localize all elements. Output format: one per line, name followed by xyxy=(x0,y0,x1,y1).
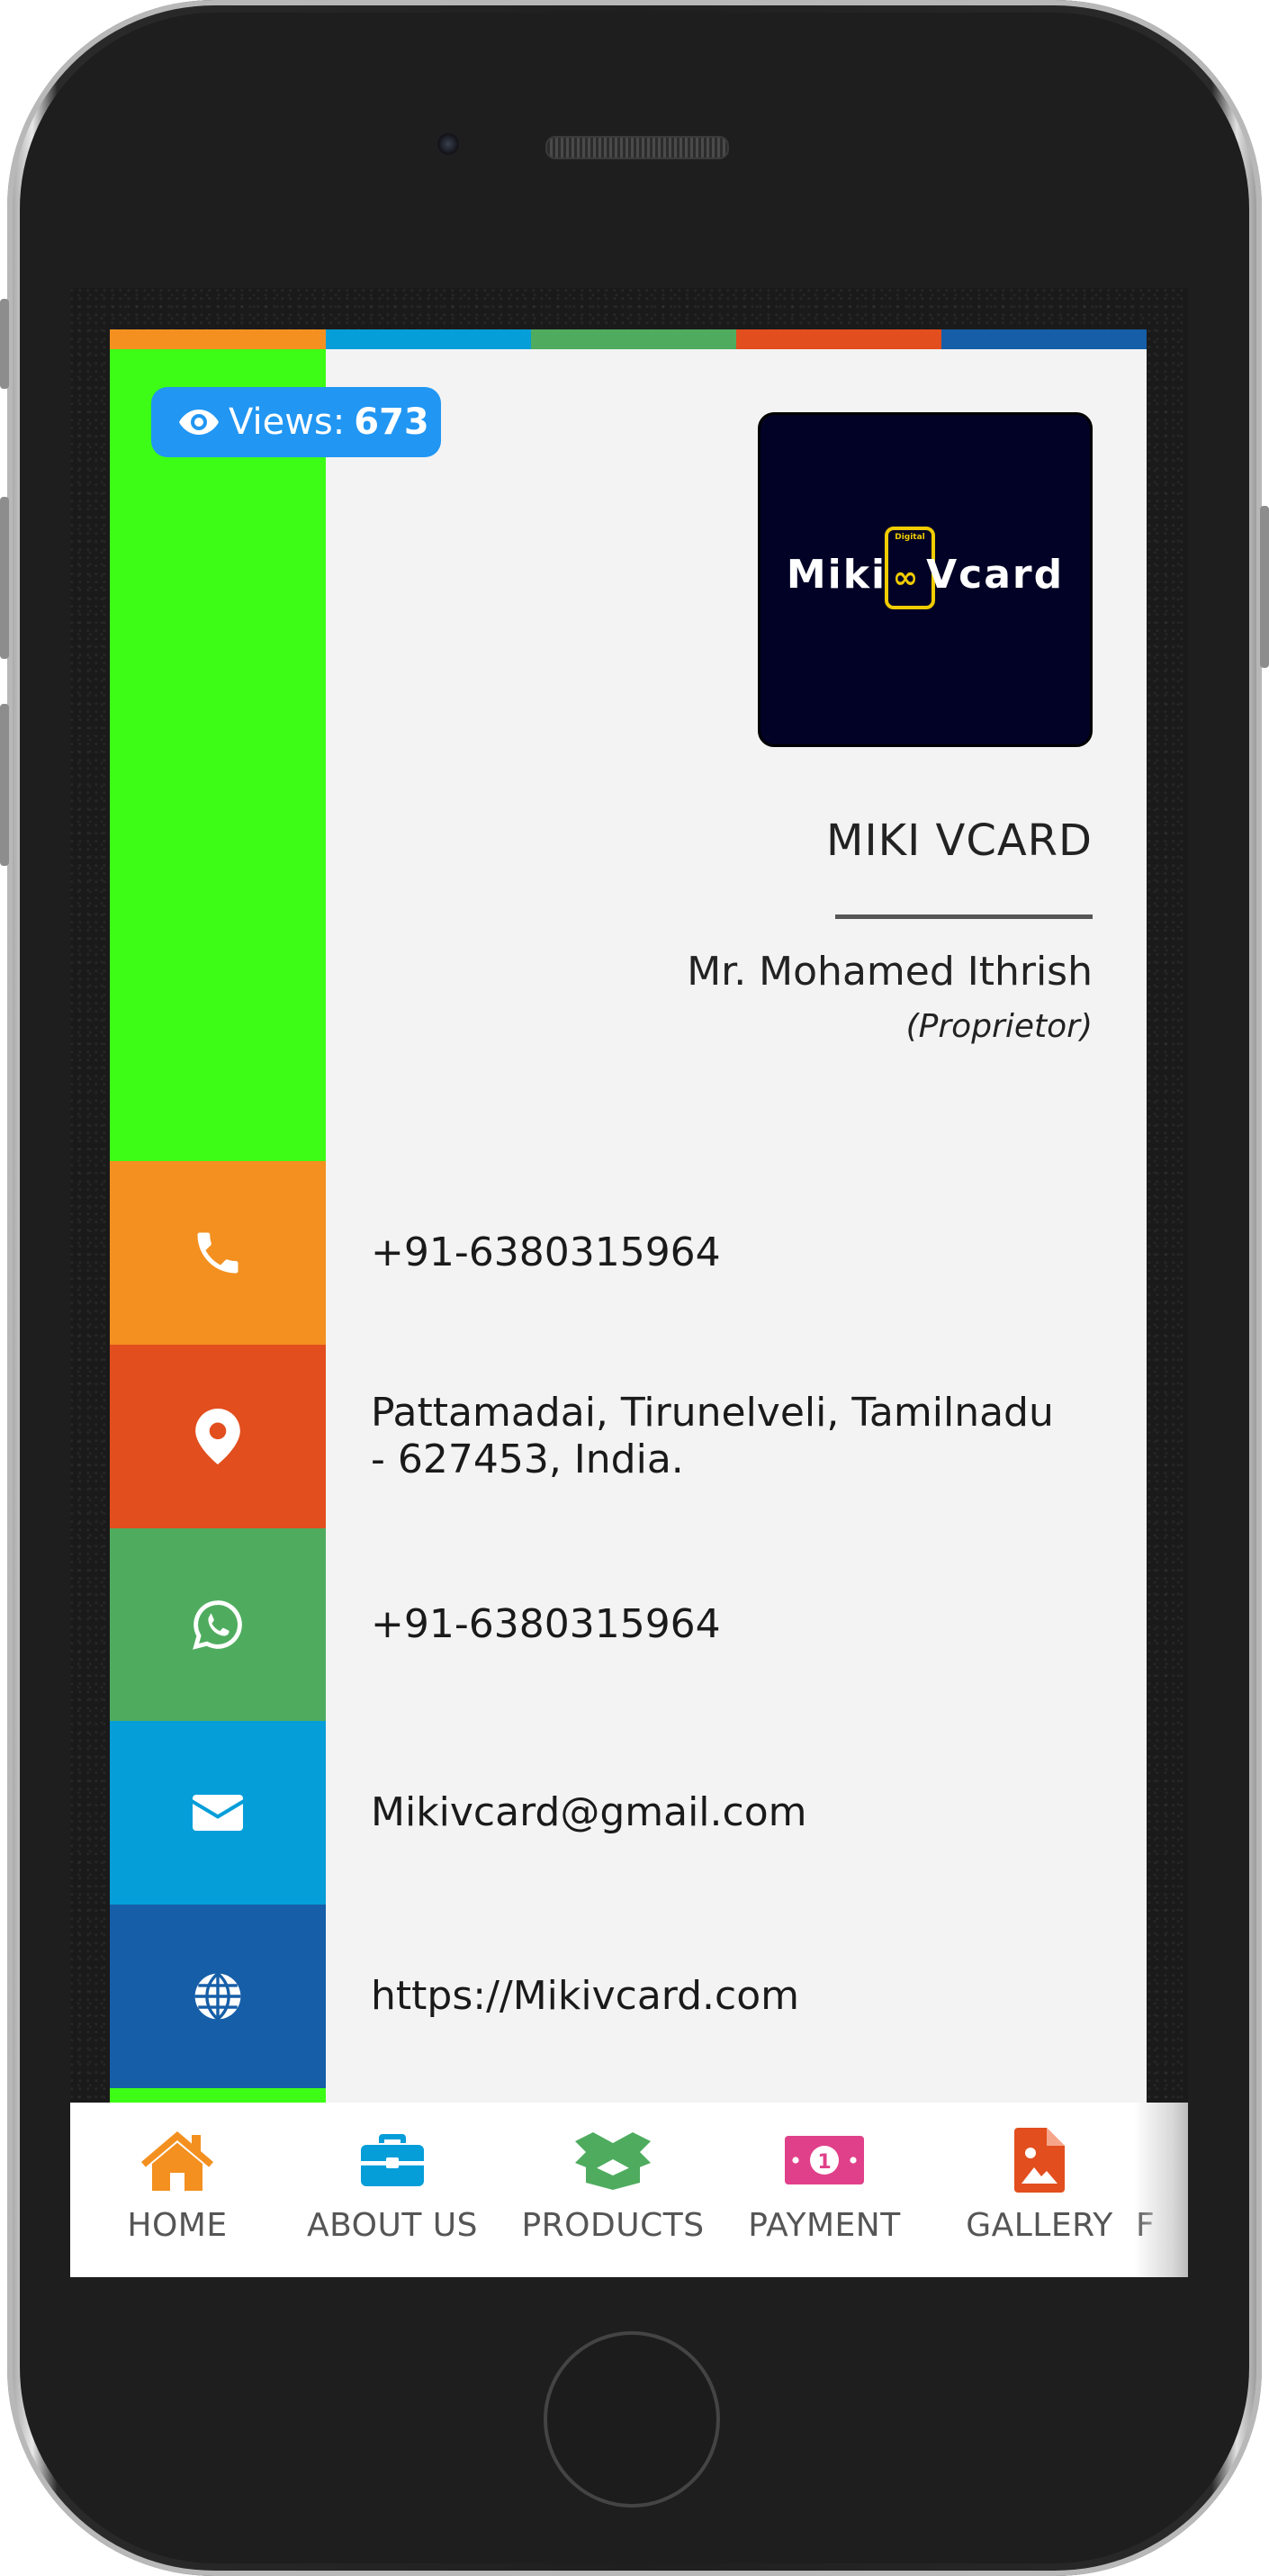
nav-gallery-label: GALLERY xyxy=(966,2207,1113,2244)
front-camera xyxy=(437,133,459,155)
contact-phone-text: +91-6380315964 xyxy=(371,1229,721,1275)
contact-row-phone[interactable]: +91-6380315964 xyxy=(110,1161,1147,1345)
contact-email-text: Mikivcard@gmail.com xyxy=(371,1789,807,1835)
money-icon: 1 xyxy=(783,2126,866,2194)
views-label: Views: xyxy=(229,401,346,443)
link-icon: ∞ xyxy=(892,560,921,596)
volume-up-button xyxy=(0,497,9,659)
briefcase-icon xyxy=(359,2126,426,2194)
person-role: (Proprietor) xyxy=(905,1008,1093,1045)
top-stripe-green xyxy=(531,329,736,349)
svg-text:1: 1 xyxy=(817,2151,831,2174)
nav-about-us-label: ABOUT US xyxy=(306,2207,478,2244)
mute-switch xyxy=(0,299,9,389)
person-name: Mr. Mohamed Ithrish xyxy=(687,949,1093,995)
views-badge: Views: 673 xyxy=(151,387,441,457)
contact-row-email[interactable]: Mikivcard@gmail.com xyxy=(110,1721,1147,1905)
power-button xyxy=(1260,506,1269,668)
volume-down-button xyxy=(0,704,9,866)
nav-products-label: PRODUCTS xyxy=(521,2207,705,2244)
contact-row-whatsapp[interactable]: +91-6380315964 xyxy=(110,1528,1147,1721)
contact-row-website[interactable]: https://Mikivcard.com xyxy=(110,1905,1147,2088)
contact-website-text: https://Mikivcard.com xyxy=(371,1973,800,2019)
envelope-icon xyxy=(110,1721,326,1905)
home-button[interactable] xyxy=(544,2331,720,2508)
nav-gallery[interactable]: GALLERY xyxy=(936,2103,1143,2277)
logo-wordmark: Miki ∞ Vcard xyxy=(786,552,1065,598)
vcard: Views: 673 Digital Miki ∞ Vcard MIKI VCARD… xyxy=(110,329,1147,2277)
logo-tag: Digital xyxy=(895,533,925,542)
divider xyxy=(835,914,1093,919)
nav-payment[interactable]: 1 PAYMENT xyxy=(721,2103,928,2277)
contact-row-address[interactable]: Pattamadai, Tirunelveli, Tamilnadu - 627… xyxy=(110,1345,1147,1528)
nav-home-label: HOME xyxy=(127,2207,228,2244)
contact-whatsapp-text: +91-6380315964 xyxy=(371,1601,721,1647)
top-stripe-darkblue xyxy=(941,329,1147,349)
location-pin-icon xyxy=(110,1345,326,1528)
nav-about-us[interactable]: ABOUT US xyxy=(289,2103,496,2277)
nav-scroll-fade xyxy=(1134,2103,1188,2277)
phone-screen: Views: 673 Digital Miki ∞ Vcard MIKI VCARD… xyxy=(70,288,1188,2277)
top-stripe-blue xyxy=(326,329,531,349)
home-icon xyxy=(140,2126,215,2194)
open-box-icon xyxy=(572,2126,654,2194)
company-logo: Digital Miki ∞ Vcard xyxy=(758,412,1093,747)
image-file-icon xyxy=(1014,2126,1065,2194)
contact-address-text: Pattamadai, Tirunelveli, Tamilnadu - 627… xyxy=(371,1390,1054,1482)
nav-products[interactable]: PRODUCTS xyxy=(509,2103,716,2277)
views-count: 673 xyxy=(354,401,429,443)
top-stripe-orange xyxy=(110,329,326,349)
whatsapp-icon xyxy=(110,1528,326,1721)
earpiece-speaker xyxy=(545,136,729,159)
phone-icon xyxy=(110,1161,326,1345)
company-name: MIKI VCARD xyxy=(826,815,1093,866)
top-stripe-red xyxy=(736,329,941,349)
globe-icon xyxy=(110,1905,326,2088)
nav-home[interactable]: HOME xyxy=(74,2103,281,2277)
nav-payment-label: PAYMENT xyxy=(748,2207,901,2244)
eye-icon xyxy=(179,410,219,435)
bottom-nav-bar: HOME ABOUT US PRODUCTS 1 PAYMENT GALLERY xyxy=(70,2103,1188,2277)
